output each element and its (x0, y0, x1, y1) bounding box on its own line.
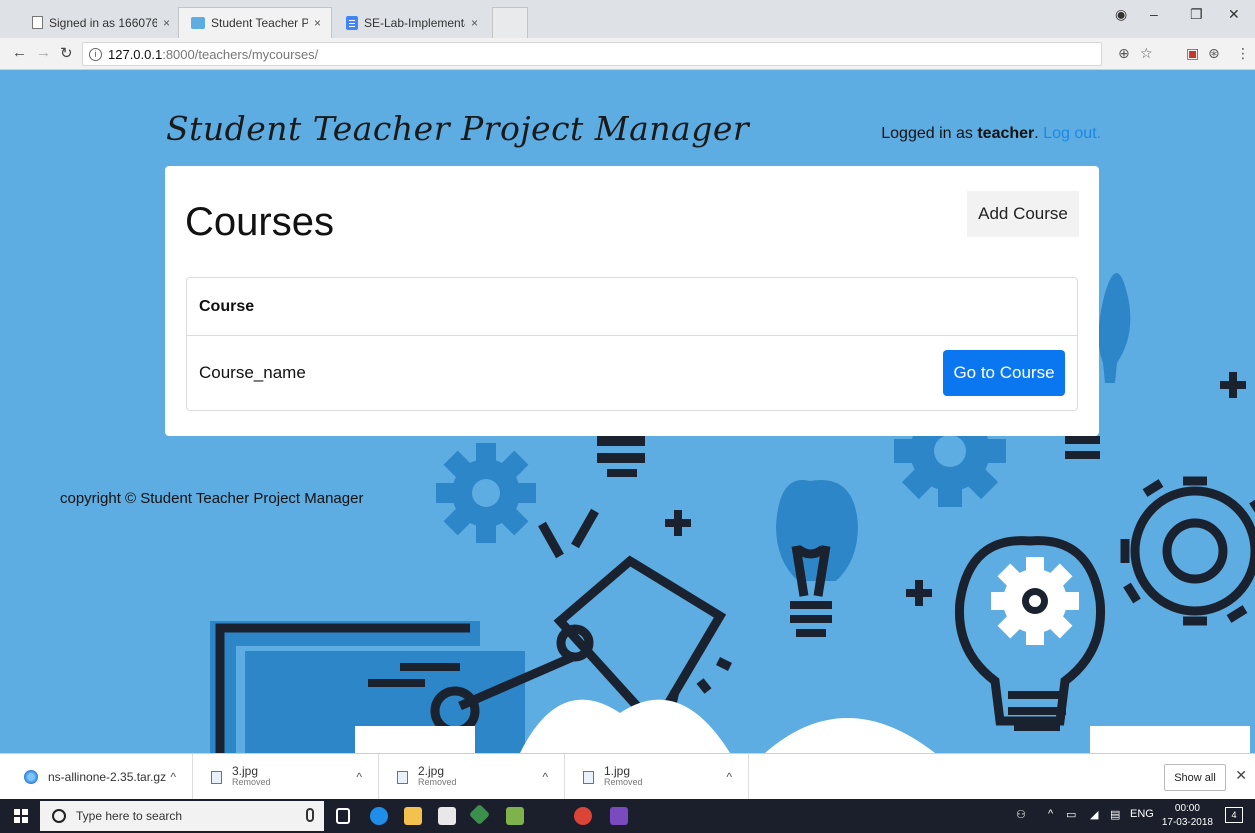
notification-center-icon[interactable]: 4 (1225, 807, 1243, 823)
tab-title: SE-Lab-Implementation- (364, 15, 465, 30)
file-explorer-icon[interactable] (404, 807, 422, 825)
table-row: Course_name Go to Course (187, 336, 1077, 410)
taskbar-search[interactable]: Type here to search (40, 801, 324, 831)
tab-title: Signed in as 166076 (49, 15, 157, 30)
courses-card: Courses Add Course Course Course_name Go… (165, 166, 1099, 436)
go-to-course-button[interactable]: Go to Course (943, 350, 1065, 396)
chevron-up-icon[interactable]: ^ (1048, 808, 1053, 820)
minimize-icon[interactable]: – (1150, 6, 1158, 22)
url-path: :8000/teachers/mycourses/ (162, 46, 319, 62)
close-icon[interactable]: × (314, 16, 321, 30)
tab-se-lab-implementation[interactable]: SE-Lab-Implementation- × (334, 7, 488, 38)
taskbar-search-placeholder: Type here to search (76, 809, 183, 823)
chevron-up-icon[interactable]: ^ (356, 770, 362, 784)
close-icon[interactable]: × (471, 16, 478, 30)
chevron-up-icon[interactable]: ^ (726, 770, 732, 784)
download-filename: 1.jpg (604, 764, 631, 778)
volume-icon[interactable]: ▤ (1110, 808, 1120, 821)
pocket-icon[interactable]: ▣ (1186, 45, 1199, 62)
download-status: Removed (232, 777, 271, 787)
page-icon (32, 16, 43, 29)
chrome-icon[interactable] (574, 807, 592, 825)
download-filename: 3.jpg (232, 764, 259, 778)
zoom-icon[interactable]: ⊕ (1118, 45, 1130, 62)
cortana-icon (52, 809, 66, 823)
forward-arrow-icon[interactable]: → (36, 44, 51, 61)
tab-student-teacher-project-manager[interactable]: Student Teacher Project M × (178, 7, 332, 38)
address-toolbar: ← → ↻ i 127.0.0.1 :8000/teachers/mycours… (0, 38, 1255, 70)
store-icon[interactable] (438, 807, 456, 825)
window-close-icon[interactable]: ✕ (1228, 6, 1240, 23)
chevron-up-icon[interactable]: ^ (170, 770, 176, 784)
table-header-course: Course (187, 278, 1077, 336)
new-tab-button[interactable] (492, 7, 528, 38)
download-item[interactable]: ns-allinone-2.35.tar.gz ^ (0, 754, 193, 800)
battery-icon[interactable]: ▭ (1066, 808, 1076, 821)
download-bar: ns-allinone-2.35.tar.gz ^ 3.jpg Removed ^… (0, 753, 1255, 800)
reload-icon[interactable]: ↻ (60, 44, 73, 62)
bookmark-star-icon[interactable]: ☆ (1140, 45, 1153, 62)
download-filename: ns-allinone-2.35.tar.gz (48, 769, 167, 784)
wifi-icon[interactable]: ◢ (1090, 808, 1098, 821)
course-name: Course_name (199, 363, 306, 382)
page-title: Courses (185, 200, 334, 244)
clock-time: 00:00 (1174, 803, 1200, 814)
download-status: Removed (418, 777, 457, 787)
windows-start-icon[interactable] (14, 809, 28, 823)
microphone-icon[interactable] (306, 808, 314, 822)
add-course-button[interactable]: Add Course (967, 191, 1079, 237)
image-file-icon (583, 770, 594, 784)
browser-tab-bar: Signed in as 166076 × Student Teacher Pr… (0, 0, 1255, 38)
login-period: . (1034, 125, 1039, 142)
os-taskbar: Type here to search ⚇ ^ ▭ ◢ ▤ ENG 00:00 … (0, 799, 1255, 833)
archive-file-icon (24, 770, 38, 784)
download-item[interactable]: 3.jpg Removed ^ (193, 754, 379, 800)
brand-logo[interactable]: Student Teacher Project Manager (166, 109, 749, 148)
footer-copyright: copyright © Student Teacher Project Mana… (60, 490, 364, 507)
people-icon[interactable]: ⚇ (1016, 808, 1026, 821)
extension-icon[interactable]: ⊛ (1208, 45, 1220, 62)
image-file-icon (211, 770, 222, 784)
logout-link[interactable]: Log out. (1043, 125, 1101, 142)
taskbar-clock[interactable]: 00:00 17-03-2018 (1162, 802, 1213, 830)
chevron-up-icon[interactable]: ^ (542, 770, 548, 784)
visual-studio-icon[interactable] (610, 807, 628, 825)
close-icon[interactable]: × (163, 16, 170, 30)
username: teacher (977, 125, 1035, 142)
git-icon[interactable] (468, 803, 491, 826)
download-item[interactable]: 2.jpg Removed ^ (379, 754, 565, 800)
page-viewport: Student Teacher Project Manager Logged i… (0, 71, 1255, 753)
back-arrow-icon[interactable]: ← (12, 44, 27, 61)
task-view-icon[interactable] (336, 808, 350, 824)
image-file-icon (397, 770, 408, 784)
clock-date: 17-03-2018 (1161, 817, 1213, 828)
app-icon (191, 17, 205, 29)
url-bar[interactable]: i 127.0.0.1 :8000/teachers/mycourses/ (82, 42, 1102, 66)
notepad-icon[interactable] (506, 807, 524, 825)
tab-signed-in[interactable]: Signed in as 166076 × (20, 7, 180, 38)
show-all-button[interactable]: Show all (1164, 764, 1226, 791)
google-docs-icon (346, 15, 358, 30)
download-item[interactable]: 1.jpg Removed ^ (565, 754, 749, 800)
download-status: Removed (604, 777, 643, 787)
login-status: Logged in as teacher. Log out. (881, 125, 1101, 143)
courses-table: Course Course_name Go to Course (186, 277, 1078, 411)
close-download-bar-icon[interactable]: ✕ (1235, 767, 1247, 784)
language-indicator[interactable]: ENG (1130, 808, 1154, 820)
tab-title: Student Teacher Project M (211, 16, 308, 30)
info-icon[interactable]: i (89, 47, 102, 61)
download-filename: 2.jpg (418, 764, 445, 778)
profile-icon[interactable]: ◉ (1115, 6, 1127, 23)
menu-icon[interactable]: ⋮ (1236, 45, 1250, 62)
restore-icon[interactable]: ❐ (1190, 6, 1203, 23)
url-host: 127.0.0.1 (108, 46, 163, 62)
edge-icon[interactable] (370, 807, 388, 825)
login-prefix: Logged in as (881, 125, 973, 142)
